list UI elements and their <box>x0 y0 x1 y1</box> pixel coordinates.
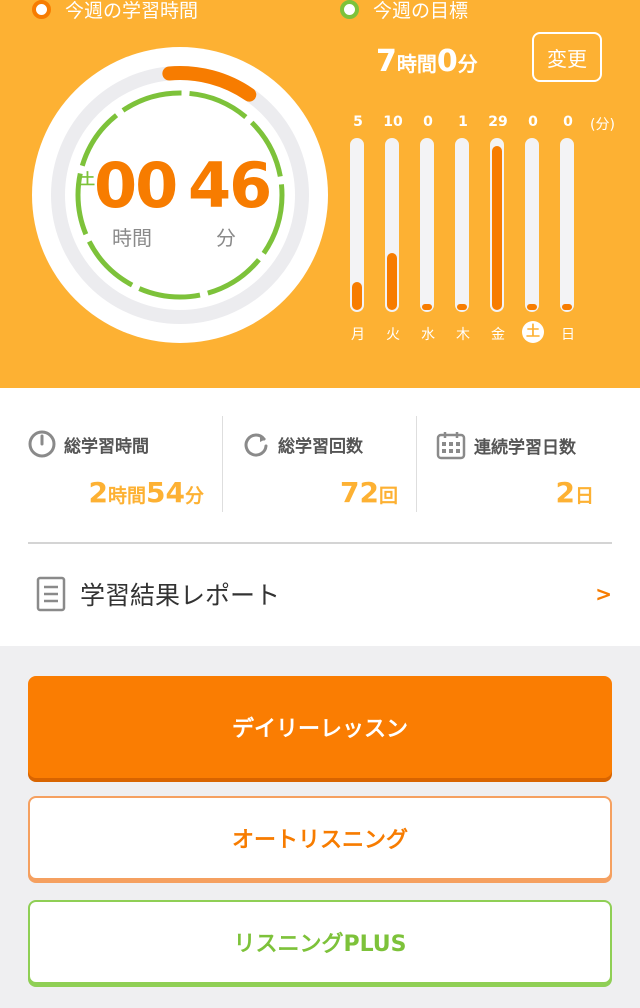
chart-unit-label: (分) <box>590 117 615 133</box>
bar-column: 0水 <box>408 110 448 350</box>
bar-track <box>420 138 434 312</box>
day-label-text: 金 <box>491 327 505 343</box>
bar-value-label: 0 <box>423 114 433 130</box>
streak-days-value: 2日 <box>556 476 595 509</box>
bar <box>422 304 432 310</box>
weekly-time-display: 土 00 46 時間 分 <box>80 150 280 260</box>
weekly-goal-label: 今週の目標 <box>373 0 469 22</box>
stats-divider <box>222 416 223 512</box>
day-label-text: 月 <box>351 327 365 343</box>
green-dot-icon <box>340 0 359 19</box>
bar-value-label: 0 <box>528 114 538 130</box>
today-day-mark: 土 <box>80 170 96 188</box>
day-label-text: 日 <box>561 327 575 343</box>
bar-column: 1木 <box>443 110 483 350</box>
total-sessions-label: 総学習回数 <box>242 430 363 458</box>
bar-value-label: 10 <box>383 114 403 130</box>
bar-day-label: 木 <box>443 324 483 344</box>
stats-divider <box>416 416 417 512</box>
clock-icon <box>28 430 56 458</box>
hours-unit: 時間 <box>112 226 152 250</box>
total-hours-unit: 時間 <box>108 485 147 507</box>
bar-value-label: 29 <box>488 114 508 130</box>
sessions-count: 72 <box>340 476 379 509</box>
day-label-text: 木 <box>456 327 470 343</box>
goal-hours-unit: 時間 <box>396 52 437 76</box>
weekly-time-legend: 今週の学習時間 <box>32 0 198 24</box>
weekly-goal-value: 7時間0分 <box>376 44 478 79</box>
bar-value-label: 5 <box>353 114 363 130</box>
bar-value-label: 1 <box>458 114 468 130</box>
bar-track <box>385 138 399 312</box>
sessions-unit: 回 <box>378 485 398 507</box>
listening-plus-button[interactable]: リスニングPLUS <box>28 900 612 984</box>
bar-column: 10 火 <box>373 110 413 350</box>
daily-lesson-button[interactable]: デイリーレッスン <box>28 676 612 778</box>
bar-column: 29 金 <box>478 110 518 350</box>
day-label-text: 土 <box>522 321 544 343</box>
calendar-icon <box>436 432 466 460</box>
bar <box>492 145 502 310</box>
streak-days-label-text: 連続学習日数 <box>474 437 576 458</box>
bar <box>457 304 467 310</box>
stats-panel: 総学習時間 2時間54分 総学習回数 72回 連続学習日数 2日 学習結果レポー… <box>0 388 640 646</box>
day-label-text: 水 <box>421 327 435 343</box>
bar-column: 0土 <box>513 110 553 350</box>
document-icon <box>36 576 66 612</box>
streak-unit: 日 <box>574 485 594 507</box>
goal-minutes-unit: 分 <box>457 52 478 76</box>
streak-days-label: 連続学習日数 <box>436 430 576 460</box>
chevron-right-icon: > <box>595 582 612 606</box>
total-sessions-label-text: 総学習回数 <box>278 436 363 457</box>
bar-day-label: 日 <box>548 324 588 344</box>
total-time-value: 2時間54分 <box>89 476 204 509</box>
bar <box>527 304 537 310</box>
change-goal-button[interactable]: 変更 <box>532 32 602 82</box>
total-minutes: 54 <box>146 476 185 509</box>
bar-track <box>525 138 539 312</box>
bar <box>387 253 397 310</box>
total-time-label-text: 総学習時間 <box>64 436 149 457</box>
bar-track <box>490 138 504 312</box>
goal-minutes: 0 <box>436 44 458 79</box>
total-sessions-value: 72回 <box>340 476 398 509</box>
minutes-unit: 分 <box>216 226 236 250</box>
streak-days-stat: 連続学習日数 2日 <box>436 388 612 516</box>
bar-track <box>350 138 364 312</box>
day-label-text: 火 <box>386 327 400 343</box>
total-hours: 2 <box>88 476 108 509</box>
weekly-time-label: 今週の学習時間 <box>65 0 199 22</box>
bar-column: 5月 <box>338 110 378 350</box>
weekly-summary-header: 今週の学習時間 今週の目標 土 00 46 時間 分 7時間0分 変更 (分) … <box>0 0 640 388</box>
bar <box>562 304 572 310</box>
orange-dot-icon <box>32 0 51 19</box>
bar-day-label: 金 <box>478 324 518 344</box>
bar-column: 0日 <box>548 110 588 350</box>
total-time-stat: 総学習時間 2時間54分 <box>28 388 222 516</box>
report-label: 学習結果レポート <box>80 581 281 610</box>
refresh-icon <box>244 433 268 457</box>
weekly-minutes-value: 46 <box>188 149 272 222</box>
bar-day-label: 月 <box>338 324 378 344</box>
total-time-label: 総学習時間 <box>28 430 149 458</box>
report-link[interactable]: 学習結果レポート > <box>0 544 640 646</box>
bar-day-label: 火 <box>373 324 413 344</box>
weekly-goal-legend: 今週の目標 <box>340 0 468 24</box>
auto-listening-button[interactable]: オートリスニング <box>28 796 612 880</box>
daily-minutes-chart: (分) 5 月 10 火 0 水 1 木 29 金 0 土 0 日 <box>338 110 638 350</box>
bar-track <box>560 138 574 312</box>
streak-count: 2 <box>555 476 575 509</box>
total-minutes-unit: 分 <box>184 485 204 507</box>
bar-value-label: 0 <box>563 114 573 130</box>
weekly-hours-value: 00 <box>94 149 178 222</box>
bar-day-label: 水 <box>408 324 448 344</box>
goal-hours: 7 <box>376 44 397 79</box>
bar-day-label: 土 <box>513 321 553 343</box>
bar <box>352 281 362 310</box>
bar-track <box>455 138 469 312</box>
total-sessions-stat: 総学習回数 72回 <box>242 388 416 516</box>
